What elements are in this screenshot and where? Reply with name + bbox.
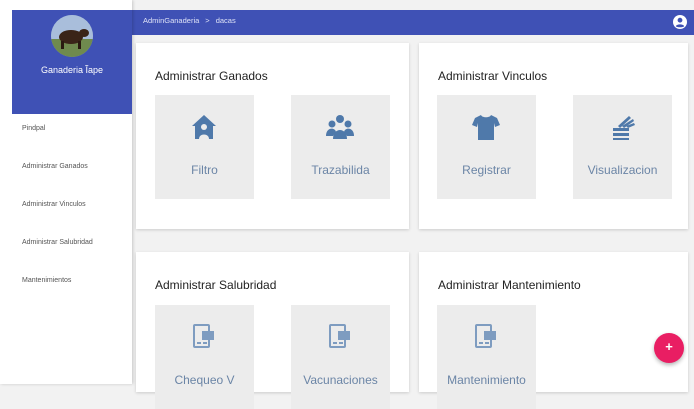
tile-chequeo-v[interactable]: Chequeo V (155, 305, 254, 409)
tile-label: Trazabilida (311, 163, 370, 177)
clipboard-list-icon (607, 112, 637, 142)
document-icon (471, 322, 501, 352)
avatar (51, 15, 93, 57)
sidebar-header: Ganaderia Ĩape (12, 10, 132, 114)
card-title: Administrar Vinculos (438, 69, 548, 83)
document-icon (325, 322, 355, 352)
sidebar: Ganaderia Ĩape Pindpal Administrar Ganad… (0, 0, 132, 384)
tile-vacunaciones[interactable]: Vacunaciones (291, 305, 390, 409)
tile-filtro[interactable]: Filtro (155, 95, 254, 199)
plus-icon: + (665, 339, 673, 354)
sidebar-nav: Pindpal Administrar Ganados Administrar … (0, 120, 132, 310)
tshirt-icon (471, 112, 501, 142)
sidebar-item-administrar-salubridad[interactable]: Administrar Salubridad (0, 234, 132, 272)
sidebar-item-administrar-vinculos[interactable]: Administrar Vinculos (0, 196, 132, 234)
tile-registrar[interactable]: Registrar (437, 95, 536, 199)
tile-label: Chequeo V (174, 373, 235, 387)
tile-label: Vacunaciones (303, 373, 378, 387)
card-administrar-salubridad: Administrar Salubridad Chequeo V Vacunac… (136, 252, 409, 409)
sidebar-item-mantenimientos[interactable]: Mantenimientos (0, 272, 132, 310)
card-title: Administrar Mantenimiento (438, 278, 581, 292)
breadcrumb-current: dacas (215, 16, 236, 25)
card-title: Administrar Ganados (155, 69, 268, 83)
card-administrar-vinculos: Administrar Vinculos Registrar Visualiza… (419, 43, 688, 229)
group-icon (325, 112, 355, 142)
tile-label: Mantenimiento (447, 373, 526, 387)
farm-name: Ganaderia Ĩape (40, 65, 104, 75)
tile-label: Registrar (462, 163, 511, 177)
card-administrar-ganados: Administrar Ganados Filtro Trazabilida (136, 43, 409, 229)
add-fab-button[interactable]: + (654, 333, 684, 363)
home-person-icon (189, 112, 219, 142)
tile-label: Visualizacion (587, 163, 658, 177)
sidebar-item-principal[interactable]: Pindpal (0, 120, 132, 158)
document-icon (189, 322, 219, 352)
tile-label: Filtro (191, 163, 218, 177)
card-administrar-mantenimiento: Administrar Mantenimiento Mantenimiento (419, 252, 688, 409)
card-title: Administrar Salubridad (155, 278, 277, 292)
sidebar-item-administrar-ganados[interactable]: Administrar Ganados (0, 158, 132, 196)
tile-trazabilida[interactable]: Trazabilida (291, 95, 390, 199)
account-circle-icon[interactable] (673, 15, 687, 29)
breadcrumb: AdminGanaderia > dacas (143, 10, 236, 32)
breadcrumb-root[interactable]: AdminGanaderia (143, 16, 199, 25)
top-bar: AdminGanaderia > dacas (132, 10, 694, 35)
tile-mantenimiento[interactable]: Mantenimiento (437, 305, 536, 409)
breadcrumb-separator: > (205, 16, 210, 25)
tile-visualizacion[interactable]: Visualizacion (573, 95, 672, 199)
